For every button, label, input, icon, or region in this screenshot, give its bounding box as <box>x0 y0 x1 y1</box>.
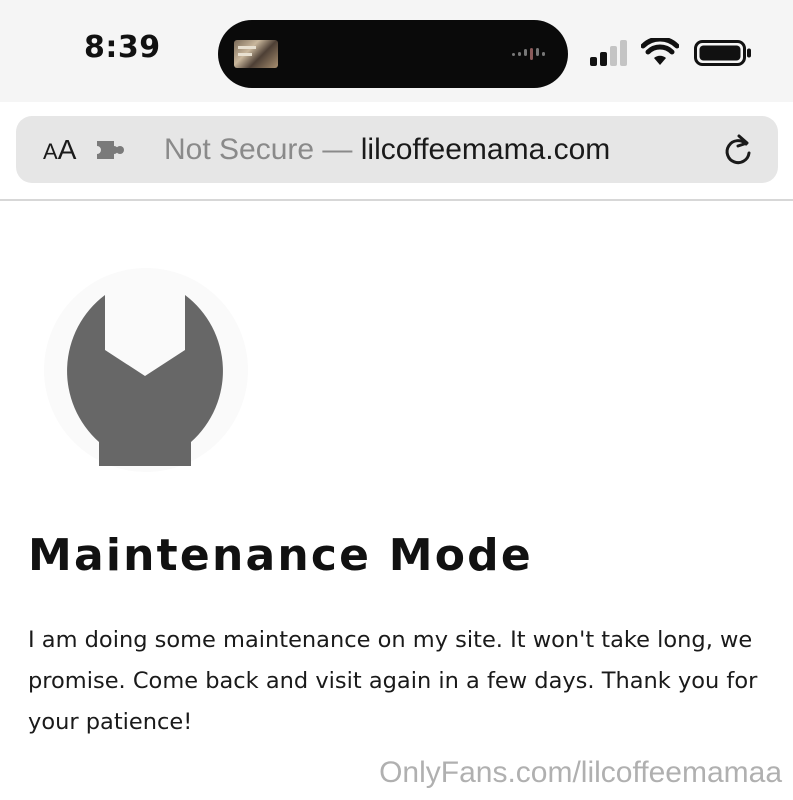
status-time: 8:39 <box>84 30 161 65</box>
dynamic-island[interactable] <box>218 20 568 88</box>
audio-waveform-icon <box>510 44 554 64</box>
extension-icon[interactable] <box>94 138 128 162</box>
watermark: OnlyFans.com/lilcoffeemamaa <box>379 756 782 789</box>
battery-icon <box>694 40 751 66</box>
wrench-icon <box>44 268 248 472</box>
reload-icon[interactable] <box>720 132 756 168</box>
status-bar: 8:39 <box>0 0 793 102</box>
toolbar-divider <box>0 199 793 201</box>
address-bar[interactable]: AA Not Secure — lilcoffeemama.com <box>16 116 778 183</box>
cellular-signal-icon <box>590 40 630 66</box>
domain-label: lilcoffeemama.com <box>360 133 611 166</box>
page-title: Maintenance Mode <box>28 530 533 581</box>
wifi-icon <box>641 38 679 65</box>
url-text[interactable]: Not Secure — lilcoffeemama.com <box>164 131 610 169</box>
now-playing-thumbnail <box>234 40 278 68</box>
not-secure-label: Not Secure — <box>164 133 361 166</box>
reader-options-button[interactable]: AA <box>43 133 76 167</box>
maintenance-message: I am doing some maintenance on my site. … <box>28 627 758 735</box>
